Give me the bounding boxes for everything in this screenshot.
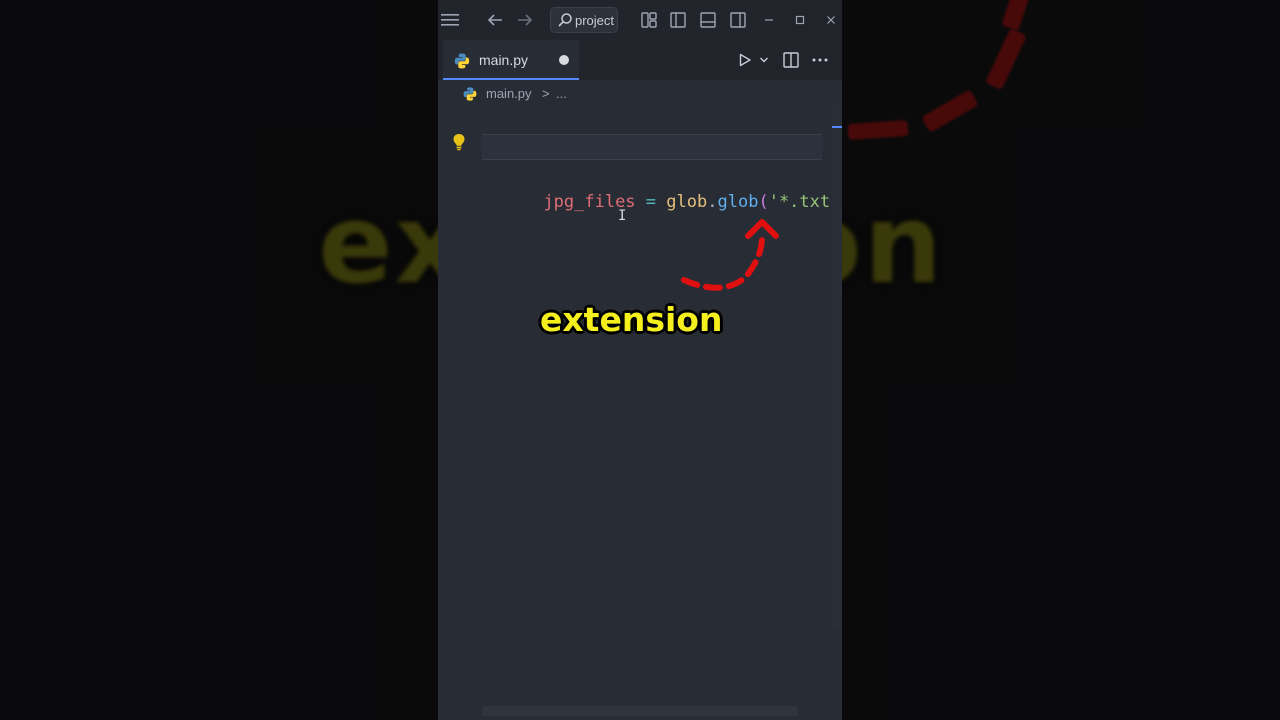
toggle-secondary-sidebar-icon[interactable] bbox=[730, 12, 746, 28]
breadcrumb-file[interactable]: main.py bbox=[486, 86, 532, 101]
horizontal-scrollbar[interactable] bbox=[482, 706, 798, 716]
toggle-primary-sidebar-icon[interactable] bbox=[670, 12, 686, 28]
string-literal: '*.txt' bbox=[768, 192, 841, 212]
code-line-2-current bbox=[482, 134, 822, 160]
toggle-panel-icon[interactable] bbox=[700, 12, 716, 28]
python-file-icon bbox=[463, 87, 477, 101]
close-icon[interactable] bbox=[826, 12, 836, 28]
scrollbar-cursor-marker bbox=[832, 126, 842, 128]
customize-layout-icon[interactable] bbox=[641, 12, 657, 28]
code-editor[interactable]: import glob jpg_files = glob.glob('*.txt… bbox=[438, 108, 842, 698]
command-center-search[interactable]: project bbox=[550, 7, 618, 33]
code-line-1: import glob bbox=[482, 108, 656, 157]
assign-operator: = bbox=[645, 192, 657, 212]
chevron-down-icon[interactable] bbox=[759, 55, 769, 65]
caption-overlay: extension bbox=[540, 300, 723, 339]
search-icon bbox=[558, 13, 572, 27]
search-label: project bbox=[575, 13, 615, 28]
tab-bar: main.py bbox=[438, 40, 842, 80]
menu-icon[interactable] bbox=[440, 12, 460, 28]
background-dim-right bbox=[842, 0, 1280, 720]
dot: . bbox=[707, 192, 718, 212]
background-dim-left bbox=[0, 0, 438, 720]
back-arrow-icon[interactable] bbox=[486, 12, 504, 28]
editor-window: project main.py main.py > ... jpg_files … bbox=[438, 0, 842, 720]
run-python-file-icon[interactable] bbox=[738, 53, 752, 67]
vertical-scrollbar[interactable] bbox=[832, 104, 842, 628]
title-bar: project bbox=[438, 0, 842, 40]
unsaved-indicator-icon[interactable] bbox=[559, 55, 569, 65]
minimize-icon[interactable] bbox=[764, 12, 774, 28]
maximize-icon[interactable] bbox=[795, 12, 805, 28]
open-paren: ( bbox=[758, 192, 769, 212]
tab-label: main.py bbox=[479, 52, 529, 68]
more-actions-icon[interactable] bbox=[812, 58, 828, 62]
forward-arrow-icon[interactable] bbox=[516, 12, 534, 28]
function-call: glob bbox=[717, 192, 759, 212]
text-cursor-icon: I bbox=[618, 208, 627, 224]
breadcrumb-separator: > bbox=[542, 86, 550, 101]
code-line-3: jpg_files = glob.glob('*.txt') bbox=[482, 163, 842, 212]
module-ref: glob bbox=[666, 192, 708, 212]
split-editor-icon[interactable] bbox=[783, 52, 799, 68]
tab-main-py[interactable]: main.py bbox=[443, 40, 579, 80]
breadcrumb-symbols[interactable]: ... bbox=[556, 86, 567, 101]
python-file-icon bbox=[454, 53, 470, 69]
